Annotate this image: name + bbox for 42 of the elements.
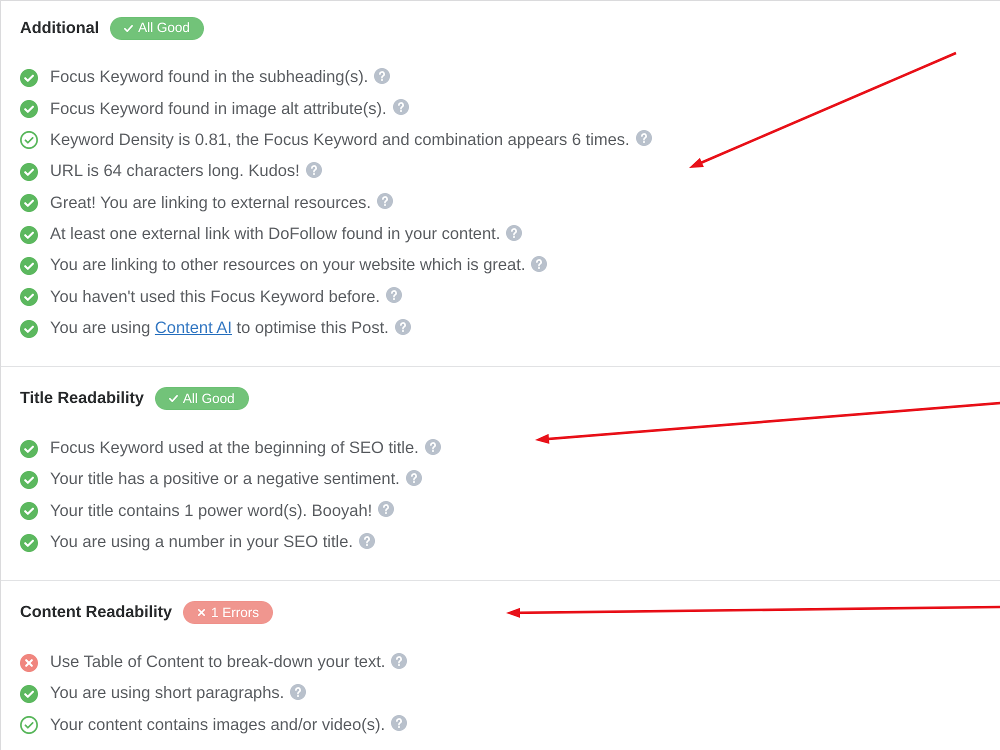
badge-label: 1 Errors <box>211 606 260 620</box>
content-ai-link[interactable]: Content AI <box>154 319 232 338</box>
check-message: Focus Keyword found in image alt attribute(s). <box>50 100 387 119</box>
section-title: Title Readability <box>20 389 144 408</box>
help-icon[interactable] <box>306 162 322 178</box>
check-message: Focus Keyword used at the beginning of SEO title. <box>50 439 419 458</box>
section-title: Additional <box>20 18 100 38</box>
help-icon[interactable] <box>377 193 394 210</box>
help-icon[interactable] <box>636 130 652 146</box>
help-icon[interactable] <box>506 224 522 241</box>
help-icon[interactable] <box>386 287 402 304</box>
check-message: Great! You are linking to external resources. <box>50 194 372 213</box>
check-message: Your title contains 1 power word(s). Booyah! <box>50 502 372 521</box>
check-message: Your content contains images and/or video(s). <box>50 716 386 735</box>
check-message: At least one external link with DoFollow found in your content. <box>50 225 500 244</box>
help-icon[interactable] <box>406 470 422 486</box>
check-icon <box>124 24 134 32</box>
check-icon <box>168 394 178 404</box>
check-message: Your title has a positive or a negative sentiment. <box>50 470 400 490</box>
cross-icon <box>197 608 206 618</box>
check-message: You are linking to other resources on your website which is great. <box>50 256 526 276</box>
help-icon[interactable] <box>358 532 375 549</box>
help-icon[interactable] <box>531 256 548 272</box>
help-icon[interactable] <box>290 684 306 700</box>
help-icon[interactable] <box>374 68 390 84</box>
section-title: Content Readability <box>20 603 172 622</box>
help-icon[interactable] <box>391 652 408 669</box>
badge-label: All Good <box>138 21 190 35</box>
help-icon[interactable] <box>391 715 408 732</box>
check-message: Keyword Density is 0.81, the Focus Keyword and combination appears 6 times. <box>50 130 630 150</box>
check-message: Use Table of Content to break-down your text. <box>50 653 386 672</box>
help-icon[interactable] <box>392 99 409 116</box>
check-message: You haven't used this Focus Keyword before. <box>50 288 380 307</box>
check-message: You are using a number in your SEO title. <box>50 533 353 552</box>
help-icon[interactable] <box>424 438 441 455</box>
check-message: Focus Keyword found in the subheading(s). <box>50 68 368 88</box>
check-message: You are using Content AI to optimise this Post. <box>50 319 389 338</box>
help-icon[interactable] <box>378 501 394 518</box>
badge-label: All Good <box>182 392 235 406</box>
check-message: URL is 64 characters long. Kudos! <box>50 162 300 182</box>
check-message: You are using short paragraphs. <box>50 684 284 704</box>
help-icon[interactable] <box>394 318 411 335</box>
